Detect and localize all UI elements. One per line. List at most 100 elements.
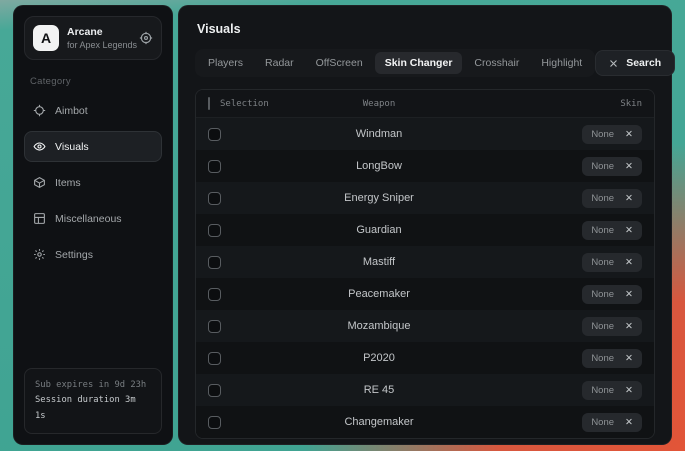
- skin-select[interactable]: None ✕: [582, 125, 642, 144]
- row-checkbox[interactable]: [208, 288, 221, 301]
- search-button-label: Search: [626, 57, 661, 69]
- clear-skin-icon[interactable]: ✕: [625, 162, 633, 172]
- clear-skin-icon[interactable]: ✕: [625, 418, 633, 428]
- weapon-name: LongBow: [264, 160, 494, 172]
- row-checkbox[interactable]: [208, 352, 221, 365]
- weapon-name: Windman: [264, 128, 494, 140]
- weapon-name: Mastiff: [264, 256, 494, 268]
- column-weapon: Weapon: [264, 99, 494, 109]
- skin-select[interactable]: None ✕: [582, 253, 642, 272]
- table-row: Windman None ✕: [196, 118, 654, 150]
- package-icon: [33, 176, 46, 189]
- skin-value: None: [591, 225, 614, 236]
- clear-skin-icon[interactable]: ✕: [625, 322, 633, 332]
- column-skin: Skin: [494, 99, 642, 109]
- clear-skin-icon[interactable]: ✕: [625, 130, 633, 140]
- crosshair-icon: [33, 104, 46, 117]
- sub-expiry-text: Sub expires in 9d 23h: [35, 378, 151, 393]
- clear-skin-icon[interactable]: ✕: [625, 226, 633, 236]
- target-icon[interactable]: [139, 31, 153, 45]
- tab-players[interactable]: Players: [198, 52, 253, 74]
- column-selection: Selection: [220, 99, 269, 109]
- sidebar-nav: Aimbot Visuals Items Miscellaneous Setti…: [24, 95, 162, 270]
- tab-skin-changer[interactable]: Skin Changer: [375, 52, 463, 74]
- skin-value: None: [591, 257, 614, 268]
- weapon-name: Peacemaker: [264, 288, 494, 300]
- row-checkbox[interactable]: [208, 416, 221, 429]
- table-body: Windman None ✕ LongBow None ✕ Energy Sni…: [196, 118, 654, 438]
- skin-select[interactable]: None ✕: [582, 349, 642, 368]
- skin-select[interactable]: None ✕: [582, 285, 642, 304]
- sidebar-panel: A Arcane for Apex Legends Category Aimbo…: [13, 5, 173, 445]
- skin-select[interactable]: None ✕: [582, 381, 642, 400]
- gear-icon: [33, 248, 46, 261]
- search-button[interactable]: Search: [595, 50, 675, 76]
- toolbar: Players Radar OffScreen Skin Changer Cro…: [195, 49, 655, 77]
- sidebar-item-items[interactable]: Items: [24, 167, 162, 198]
- row-checkbox[interactable]: [208, 192, 221, 205]
- weapon-name: RE 45: [264, 384, 494, 396]
- weapon-name: P2020: [264, 352, 494, 364]
- row-checkbox[interactable]: [208, 320, 221, 333]
- tab-offscreen[interactable]: OffScreen: [306, 52, 373, 74]
- table-row: Guardian None ✕: [196, 214, 654, 246]
- main-panel: Visuals Players Radar OffScreen Skin Cha…: [178, 5, 672, 445]
- skin-select[interactable]: None ✕: [582, 317, 642, 336]
- table-row: Mastiff None ✕: [196, 246, 654, 278]
- skin-changer-table: Selection Weapon Skin Windman None ✕ Lon…: [195, 89, 655, 439]
- skin-value: None: [591, 321, 614, 332]
- category-label: Category: [30, 76, 156, 87]
- clear-skin-icon[interactable]: ✕: [625, 386, 633, 396]
- table-row: Peacemaker None ✕: [196, 278, 654, 310]
- table-row: Changemaker None ✕: [196, 406, 654, 438]
- row-checkbox[interactable]: [208, 384, 221, 397]
- table-row: Mozambique None ✕: [196, 310, 654, 342]
- subscription-status-box: Sub expires in 9d 23h Session duration 3…: [24, 368, 162, 434]
- row-checkbox[interactable]: [208, 160, 221, 173]
- layout-grid-icon: [33, 212, 46, 225]
- select-all-checkbox[interactable]: [208, 97, 210, 110]
- skin-value: None: [591, 353, 614, 364]
- row-checkbox[interactable]: [208, 128, 221, 141]
- sidebar-item-miscellaneous[interactable]: Miscellaneous: [24, 203, 162, 234]
- tab-crosshair[interactable]: Crosshair: [464, 52, 529, 74]
- sidebar-item-aimbot[interactable]: Aimbot: [24, 95, 162, 126]
- skin-value: None: [591, 161, 614, 172]
- app-logo: A: [33, 25, 59, 51]
- weapon-name: Guardian: [264, 224, 494, 236]
- search-icon: [609, 59, 618, 68]
- skin-select[interactable]: None ✕: [582, 189, 642, 208]
- tab-radar[interactable]: Radar: [255, 52, 304, 74]
- clear-skin-icon[interactable]: ✕: [625, 258, 633, 268]
- session-duration-text: Session duration 3m 1s: [35, 393, 151, 424]
- skin-select[interactable]: None ✕: [582, 413, 642, 432]
- app-name: Arcane: [67, 26, 131, 38]
- skin-value: None: [591, 417, 614, 428]
- skin-value: None: [591, 289, 614, 300]
- table-row: RE 45 None ✕: [196, 374, 654, 406]
- eye-icon: [33, 140, 46, 153]
- table-header-row: Selection Weapon Skin: [196, 90, 654, 118]
- page-title: Visuals: [197, 22, 655, 36]
- sidebar-item-visuals[interactable]: Visuals: [24, 131, 162, 162]
- skin-value: None: [591, 385, 614, 396]
- clear-skin-icon[interactable]: ✕: [625, 290, 633, 300]
- clear-skin-icon[interactable]: ✕: [625, 194, 633, 204]
- tab-bar: Players Radar OffScreen Skin Changer Cro…: [195, 49, 595, 77]
- row-checkbox[interactable]: [208, 256, 221, 269]
- table-row: LongBow None ✕: [196, 150, 654, 182]
- skin-value: None: [591, 129, 614, 140]
- skin-select[interactable]: None ✕: [582, 157, 642, 176]
- clear-skin-icon[interactable]: ✕: [625, 354, 633, 364]
- weapon-name: Energy Sniper: [264, 192, 494, 204]
- weapon-name: Changemaker: [264, 416, 494, 428]
- table-row: P2020 None ✕: [196, 342, 654, 374]
- skin-value: None: [591, 193, 614, 204]
- app-subtitle: for Apex Legends: [67, 40, 131, 50]
- tab-highlight[interactable]: Highlight: [531, 52, 592, 74]
- skin-select[interactable]: None ✕: [582, 221, 642, 240]
- table-row: Energy Sniper None ✕: [196, 182, 654, 214]
- row-checkbox[interactable]: [208, 224, 221, 237]
- brand-header: A Arcane for Apex Legends: [24, 16, 162, 60]
- sidebar-item-settings[interactable]: Settings: [24, 239, 162, 270]
